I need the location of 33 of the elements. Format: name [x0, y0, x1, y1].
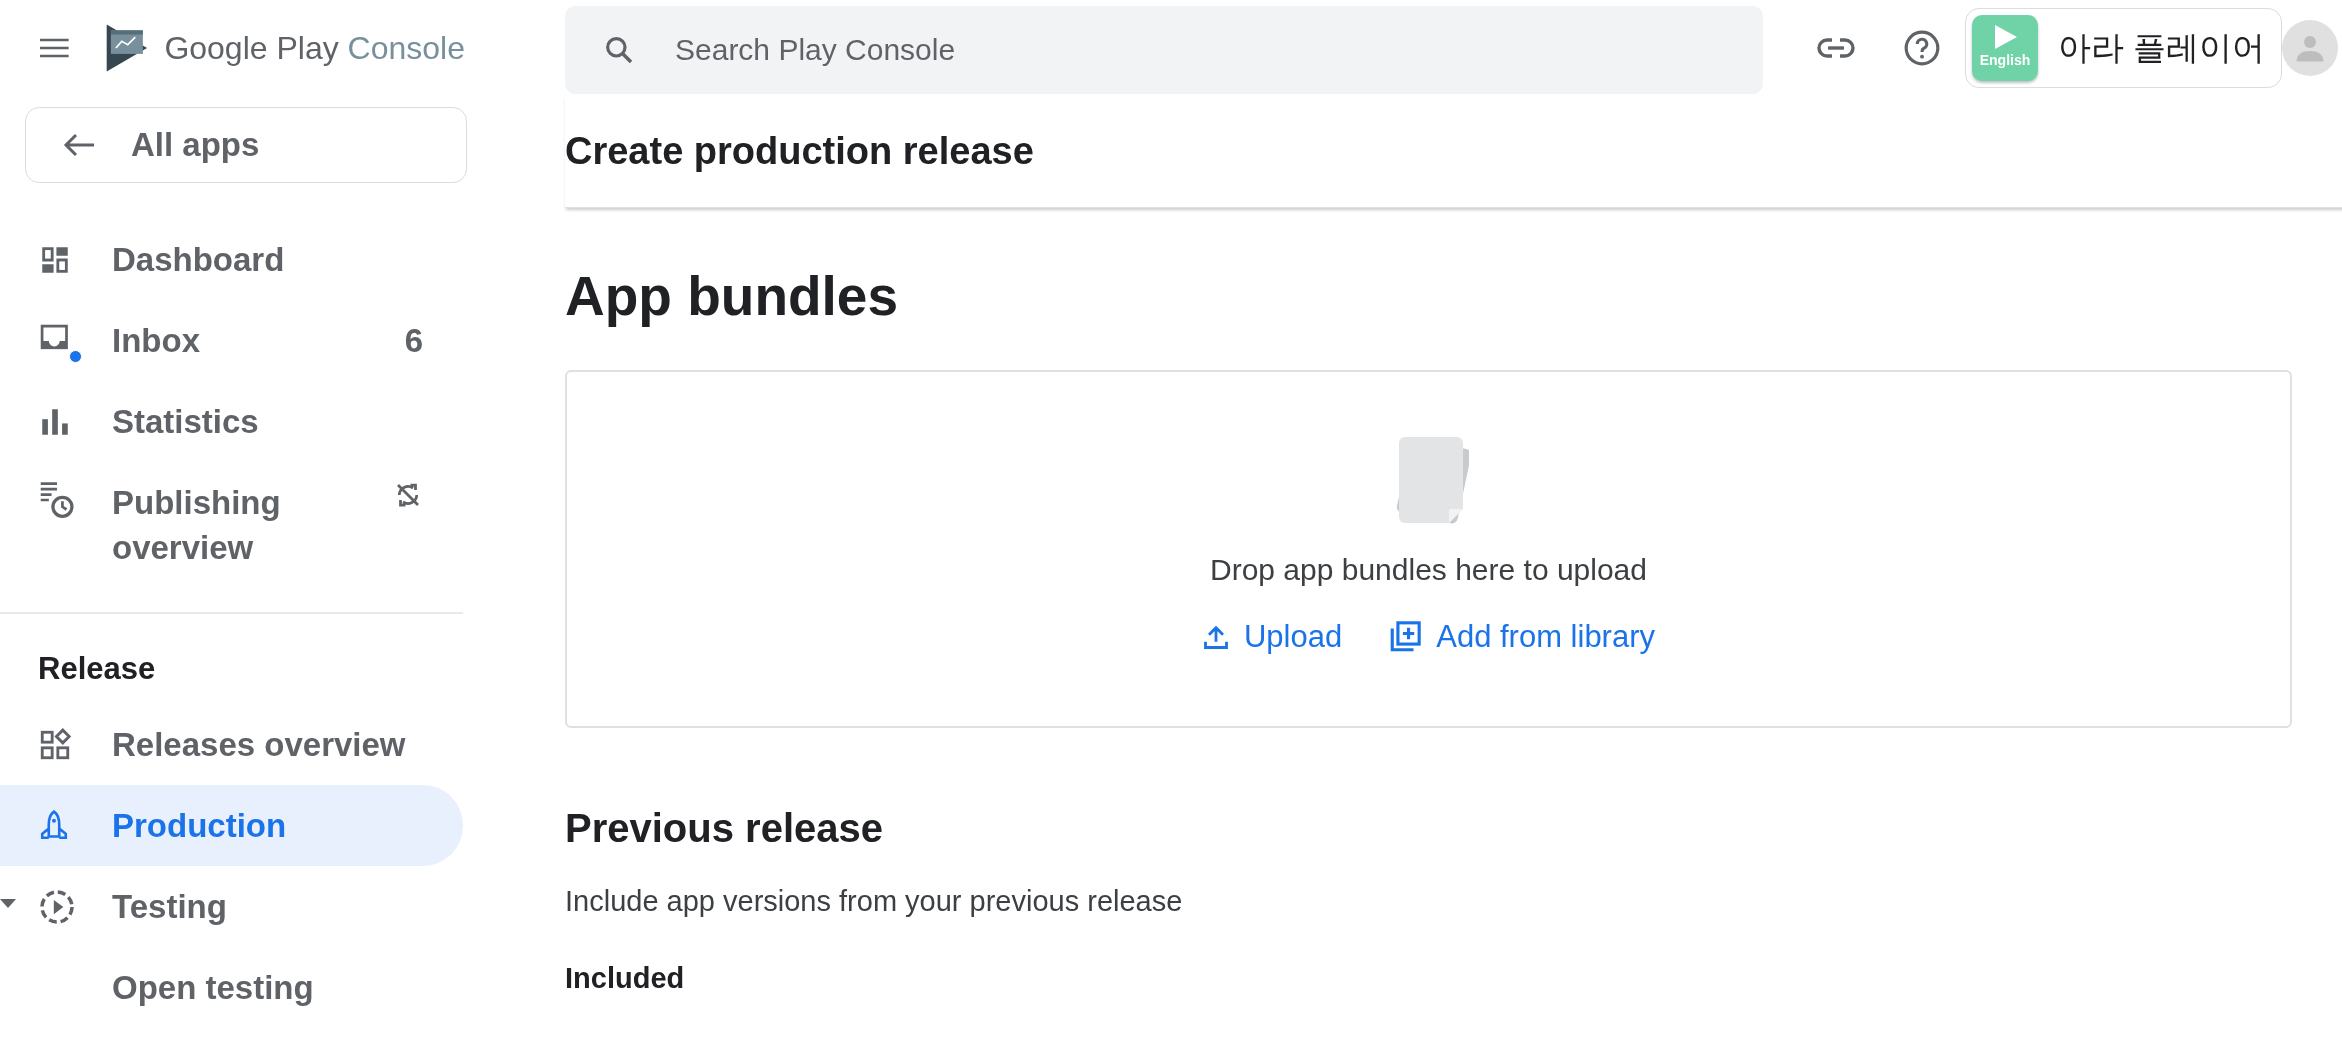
app-icon: English: [1972, 14, 2038, 81]
unread-count: 6: [404, 320, 423, 361]
action-link[interactable]: Upload: [1201, 613, 1343, 661]
nav-item[interactable]: Open testing: [0, 947, 463, 1028]
back-arrow-icon: [63, 133, 95, 157]
section-heading: App bundles: [565, 264, 900, 329]
drop-zone[interactable]: Drop app bundles here to upload Upload Add from library: [565, 369, 2292, 728]
account-switcher[interactable]: English 아라 플레이어: [1965, 7, 2283, 88]
shapes-grid-icon: [38, 727, 72, 762]
subsection-label: Included: [565, 961, 686, 996]
nav-item[interactable]: Dashboard: [0, 219, 463, 300]
library-add-icon: [1388, 620, 1423, 654]
help-icon[interactable]: [1903, 28, 1941, 67]
link-icon[interactable]: [1817, 36, 1855, 59]
nav-item[interactable]: Production: [0, 785, 463, 866]
upload-icon: [1201, 623, 1230, 651]
nav-item[interactable]: Testing: [0, 866, 463, 947]
drop-instructions: Drop app bundles here to upload: [1210, 551, 1647, 588]
nav-item[interactable]: Publishing overview: [0, 462, 463, 582]
search-field[interactable]: Search Play Console: [565, 6, 1763, 94]
page-title: Create production release: [565, 95, 2342, 208]
section-description: Include app versions from your previous release: [565, 883, 1184, 919]
action-link[interactable]: Add from library: [1388, 613, 1655, 661]
list-clock-icon: [38, 480, 76, 520]
nav-item[interactable]: Statistics: [0, 381, 463, 462]
dashed-circle-play-icon: [38, 887, 76, 926]
all-apps-button[interactable]: All apps: [25, 107, 467, 183]
section-heading: Previous release: [565, 804, 884, 852]
nav-item[interactable]: Releases overview: [0, 704, 463, 785]
search-icon: [603, 34, 635, 66]
section-heading: Release: [37, 649, 157, 688]
app-logo-text: Google Play Console: [164, 28, 465, 68]
nav-item[interactable]: Inbox 6: [0, 300, 463, 381]
